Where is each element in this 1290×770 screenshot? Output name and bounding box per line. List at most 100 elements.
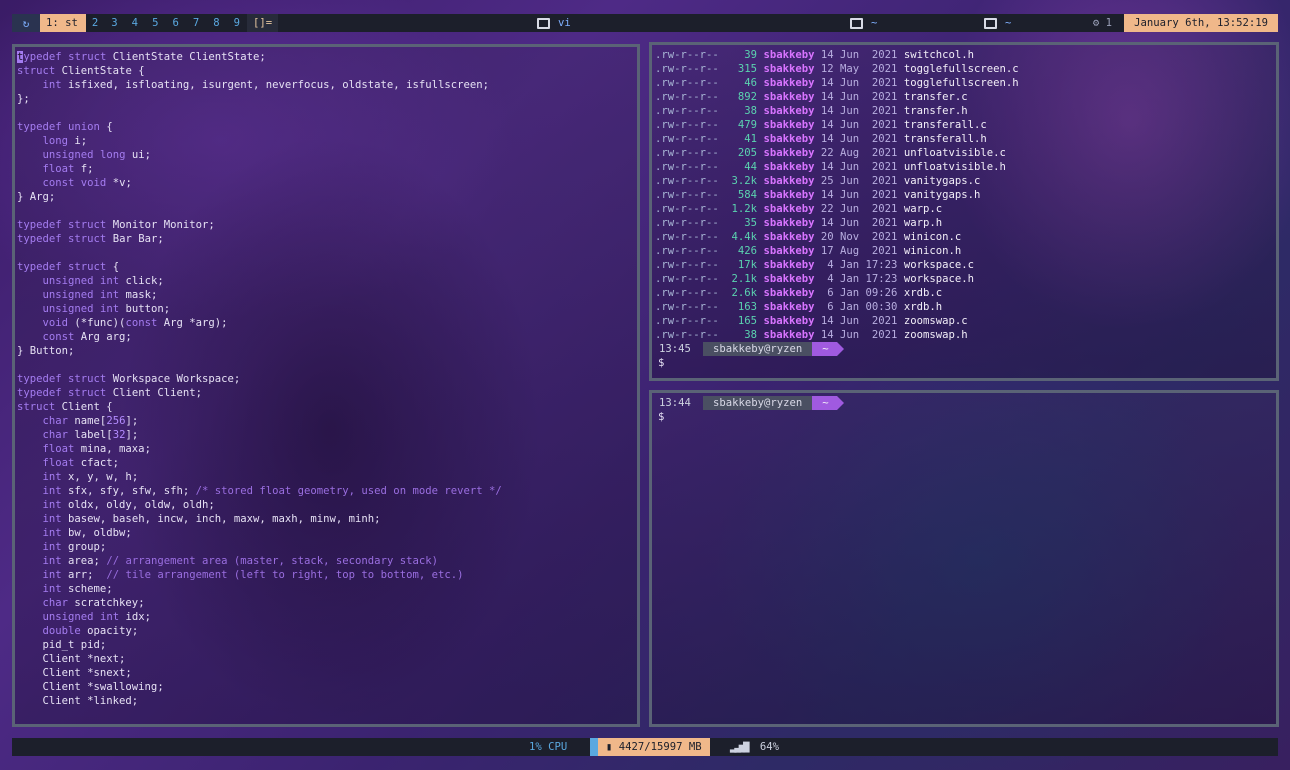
code-line: Client *linked; (17, 695, 139, 707)
layout-symbol[interactable]: []= (247, 14, 279, 32)
workspace-tag-9[interactable]: 9 (227, 14, 247, 32)
file-row: .rw-r--r-- 17k sbakkeby 4 Jan 17:23 work… (655, 259, 974, 271)
prompt-dir: ~ (812, 396, 837, 410)
code-line: int group; (42, 541, 107, 553)
window-title-label: vi (558, 17, 571, 29)
file-row: .rw-r--r-- 35 sbakkeby 14 Jun 2021 warp.… (655, 217, 943, 229)
code-line: void (*func)(const Arg *arg); (42, 317, 228, 329)
workspace-tag-7[interactable]: 7 (186, 14, 206, 32)
wifi-signal-icon: ▂▃▅▇ (730, 741, 749, 753)
code-line: struct ClientState { (17, 65, 145, 77)
file-row: .rw-r--r-- 163 sbakkeby 6 Jan 00:30 xrdb… (655, 301, 943, 313)
cpu-status: 1% CPU (529, 741, 568, 753)
terminal-pane-shell[interactable]: 13:44 sbakkeby@ryzen ~ $ (649, 390, 1279, 727)
code-line: int arr; // tile arrangement (left to ri… (42, 569, 464, 581)
code-line: typedef struct Monitor Monitor; (17, 219, 215, 231)
code-line: const void *v; (42, 177, 132, 189)
status-bar: 1% CPU ▮ 4427/15997 MB ▂▃▅▇ 64% (12, 738, 1278, 756)
code-line: int x, y, w, h; (42, 471, 139, 483)
prompt-time: 13:44 (659, 397, 691, 409)
window-title-label: ~ (871, 17, 878, 29)
workspace-tag-5[interactable]: 5 (145, 14, 165, 32)
code-editor[interactable]: typedef struct ClientState ClientState; s… (17, 50, 502, 708)
editor-pane[interactable]: typedef struct ClientState ClientState; s… (12, 44, 640, 727)
code-line: int scheme; (42, 583, 113, 595)
window-title-label: ~ (1005, 17, 1012, 29)
file-row: .rw-r--r-- 165 sbakkeby 14 Jun 2021 zoom… (655, 315, 968, 327)
code-line: const Arg arg; (42, 331, 132, 343)
tray-count: 1 (1105, 17, 1112, 29)
terminal-icon (850, 17, 863, 29)
code-line: struct Client { (17, 401, 113, 413)
ls-output: .rw-r--r-- 39 sbakkeby 14 Jun 2021 switc… (655, 48, 1019, 370)
code-line: typedef struct Workspace Workspace; (17, 373, 241, 385)
workspace-tag-3[interactable]: 3 (104, 14, 124, 32)
workspace-tag-8[interactable]: 8 (206, 14, 226, 32)
code-line: int oldx, oldy, oldw, oldh; (42, 499, 215, 511)
code-line: typedef struct { (17, 261, 120, 273)
code-line: pid_t pid; (17, 639, 107, 651)
window-title-vi[interactable]: vi (537, 14, 571, 32)
file-row: .rw-r--r-- 1.2k sbakkeby 22 Jun 2021 war… (655, 203, 943, 215)
terminal-icon (984, 17, 997, 29)
code-line: int basew, baseh, incw, inch, maxw, maxh… (42, 513, 381, 525)
code-line: typedef union { (17, 121, 113, 133)
code-line: Client *snext; (17, 667, 132, 679)
window-title-shell-2[interactable]: ~ (984, 14, 1011, 32)
cpu-separator (590, 738, 598, 756)
file-row: .rw-r--r-- 3.2k sbakkeby 25 Jun 2021 van… (655, 175, 981, 187)
prompt-user: sbakkeby@ryzen (703, 396, 813, 410)
code-line: long i; (42, 135, 88, 147)
code-line: float mina, maxa; (42, 443, 151, 455)
workspace-tag-2[interactable]: 2 (86, 14, 104, 32)
code-line: double opacity; (42, 625, 139, 637)
prompt-user: sbakkeby@ryzen (703, 342, 813, 356)
code-line: Client *swallowing; (17, 681, 164, 693)
file-row: .rw-r--r-- 892 sbakkeby 14 Jun 2021 tran… (655, 91, 968, 103)
clock-date: January 6th, 13:52:19 (1124, 14, 1278, 32)
code-line: } Button; (17, 345, 75, 357)
workspace-tag-6[interactable]: 6 (165, 14, 185, 32)
window-title-shell-1[interactable]: ~ (850, 14, 877, 32)
file-row: .rw-r--r-- 41 sbakkeby 14 Jun 2021 trans… (655, 133, 987, 145)
prompt-arrow-icon (836, 396, 844, 410)
code-line: typedef struct ClientState ClientState; (17, 51, 266, 63)
code-line: char label[32]; (42, 429, 139, 441)
file-row: .rw-r--r-- 584 sbakkeby 14 Jun 2021 vani… (655, 189, 981, 201)
file-row: .rw-r--r-- 39 sbakkeby 14 Jun 2021 switc… (655, 49, 974, 61)
systray[interactable]: ⚙ 1 (1093, 14, 1112, 32)
memory-status: ▮ 4427/15997 MB (598, 738, 710, 756)
code-line: Client *next; (17, 653, 126, 665)
shell-prompt: 13:44 sbakkeby@ryzen ~ (655, 396, 844, 410)
file-row: .rw-r--r-- 479 sbakkeby 14 Jun 2021 tran… (655, 119, 987, 131)
prompt-symbol[interactable]: $ (655, 410, 844, 424)
code-line: unsigned int click; (42, 275, 164, 287)
file-row: .rw-r--r-- 4.4k sbakkeby 20 Nov 2021 win… (655, 231, 962, 243)
terminal-pane-listing[interactable]: .rw-r--r-- 39 sbakkeby 14 Jun 2021 switc… (649, 42, 1279, 381)
prompt-symbol[interactable]: $ (655, 356, 1019, 370)
wifi-status: ▂▃▅▇ 64% (730, 738, 779, 756)
code-line: typedef struct Bar Bar; (17, 233, 164, 245)
code-line: unsigned int button; (42, 303, 171, 315)
code-line: int area; // arrangement area (master, s… (42, 555, 438, 567)
memory-icon: ▮ (606, 741, 619, 753)
code-line: char name[256]; (42, 415, 139, 427)
prompt-time: 13:45 (659, 343, 691, 355)
workspace-tag-4[interactable]: 4 (125, 14, 145, 32)
file-row: .rw-r--r-- 38 sbakkeby 14 Jun 2021 trans… (655, 105, 968, 117)
code-line: int isfixed, isfloating, isurgent, never… (42, 79, 489, 91)
code-line: int sfx, sfy, sfw, sfh; /* stored float … (42, 485, 502, 497)
file-row: .rw-r--r-- 2.1k sbakkeby 4 Jan 17:23 wor… (655, 273, 974, 285)
workspace-tag-1[interactable]: 1: st (40, 14, 86, 32)
code-line: }; (17, 93, 30, 105)
code-line: typedef struct Client Client; (17, 387, 202, 399)
code-line: unsigned int idx; (42, 611, 151, 623)
wifi-value: 64% (759, 741, 780, 753)
file-row: .rw-r--r-- 2.6k sbakkeby 6 Jan 09:26 xrd… (655, 287, 943, 299)
code-line: char scratchkey; (42, 597, 145, 609)
dwm-logo-icon[interactable]: ↻ (12, 14, 40, 32)
